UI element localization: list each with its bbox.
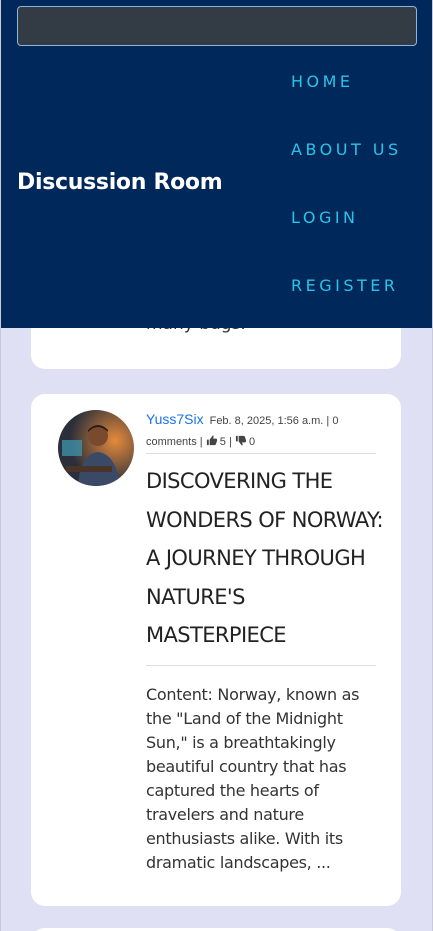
title-divider — [146, 665, 376, 666]
search-input[interactable] — [17, 6, 417, 46]
author-avatar[interactable] — [58, 410, 134, 486]
post-likes-count: 5 — [219, 436, 226, 448]
thumbs-up-icon[interactable] — [206, 433, 217, 446]
nav-home-link[interactable]: HOME — [291, 72, 354, 91]
post-author-link[interactable]: Yuss7Six — [146, 411, 204, 427]
post-dislikes-count: 0 — [248, 436, 256, 448]
post-meta: Yuss7Six Feb. 8, 2025, 1:56 a.m. | 0 comm… — [146, 409, 378, 454]
navbar: Discussion Room HOME ABOUT US LOGIN REGI… — [1, 0, 432, 328]
post-title[interactable]: DISCOVERING THE WONDERS OF NORWAY: A JOU… — [146, 462, 386, 655]
post-content: Content: Norway, known as the "Land of t… — [146, 685, 360, 872]
post-card: Yuss7Six Feb. 8, 2025, 1:56 a.m. | 0 comm… — [31, 394, 401, 906]
nav-login-link[interactable]: LOGIN — [291, 208, 359, 227]
thumbs-down-icon[interactable] — [235, 433, 246, 446]
nav-register-link[interactable]: REGISTER — [291, 276, 399, 295]
brand-title[interactable]: Discussion Room — [17, 170, 223, 195]
meta-divider — [146, 453, 376, 454]
nav-about-link[interactable]: ABOUT US — [291, 140, 402, 159]
post-date: Feb. 8, 2025, 1:56 a.m. — [209, 415, 324, 427]
